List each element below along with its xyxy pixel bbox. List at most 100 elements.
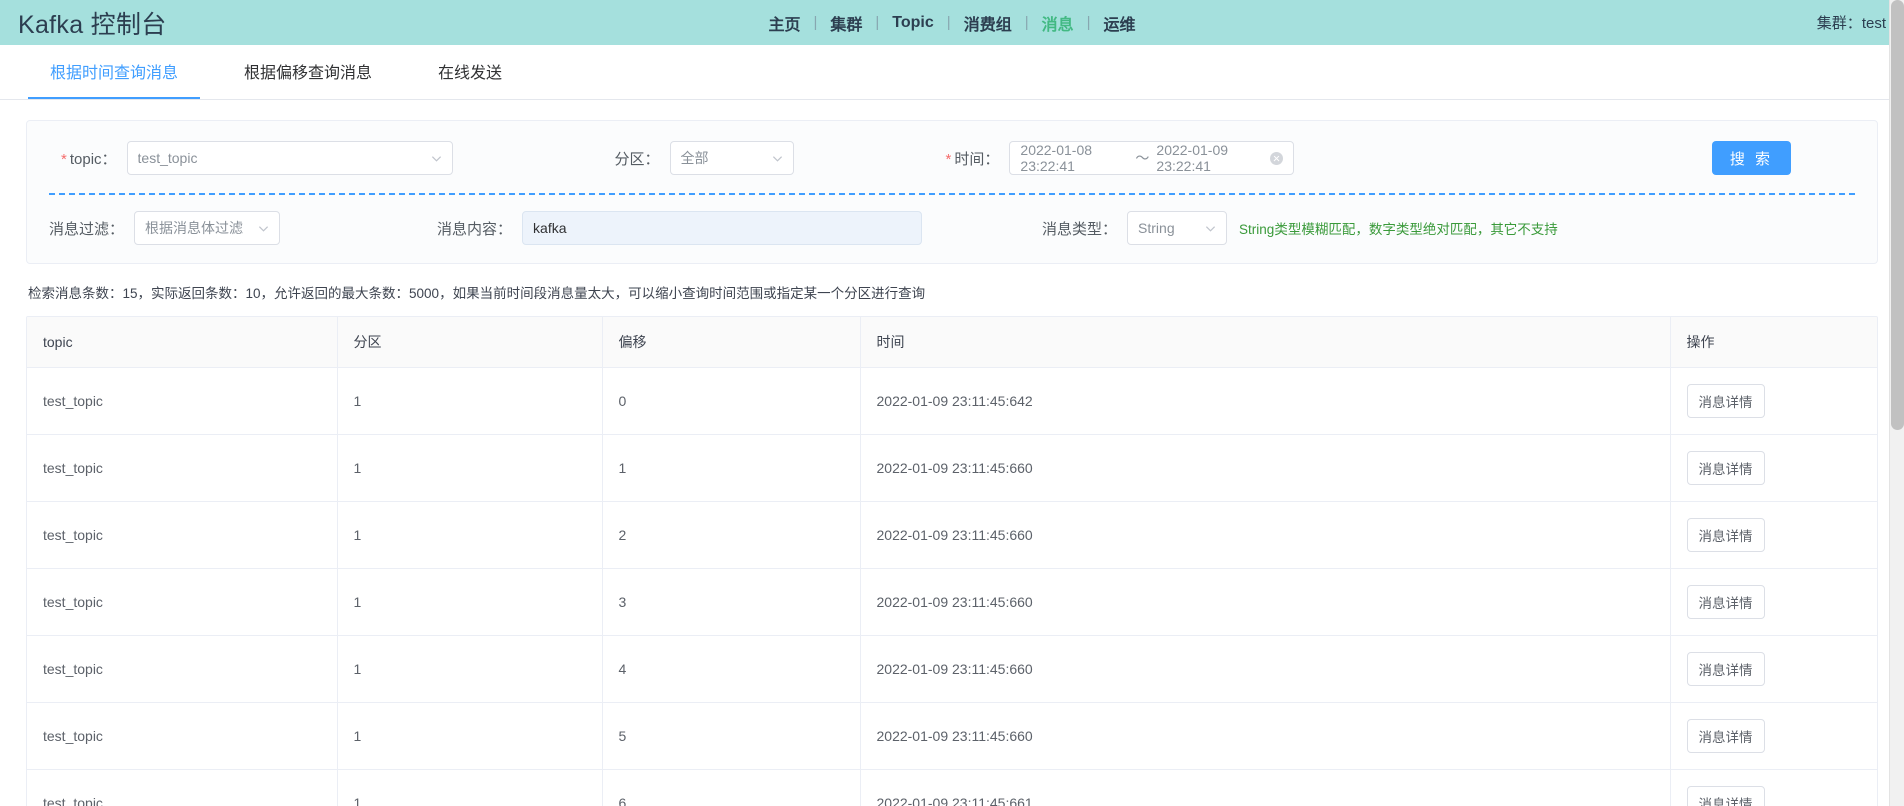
nav-separator: | xyxy=(875,14,879,31)
clear-circle-icon[interactable] xyxy=(1270,152,1283,165)
column-header-action: 操作 xyxy=(1670,317,1877,368)
form-divider xyxy=(49,193,1855,195)
cell-topic: test_topic xyxy=(27,368,337,435)
cell-offset: 2 xyxy=(602,502,860,569)
message-type-field: 消息类型： String String类型模糊匹配，数字类型绝对匹配，其它不支持 xyxy=(1042,211,1558,245)
partition-field: 分区： 全部 xyxy=(615,141,794,175)
message-detail-button[interactable]: 消息详情 xyxy=(1687,451,1765,485)
page-content: *topic： test_topic 分区： 全部 *时 xyxy=(0,100,1904,806)
table-row: test_topic132022-01-09 23:11:45:660消息详情 xyxy=(27,569,1877,636)
message-content-value: kafka xyxy=(533,220,911,236)
cell-time: 2022-01-09 23:11:45:660 xyxy=(860,636,1670,703)
time-range-start: 2022-01-08 23:22:41 xyxy=(1020,142,1128,174)
cell-action: 消息详情 xyxy=(1670,368,1877,435)
partition-select-value: 全部 xyxy=(681,148,764,168)
message-filter-label: 消息过滤： xyxy=(49,218,124,239)
cluster-value: test xyxy=(1862,15,1886,32)
nav-item-1[interactable]: 主页 xyxy=(755,11,813,35)
topic-required-mark: * xyxy=(61,151,67,168)
page-scrollbar-thumb[interactable] xyxy=(1891,0,1904,430)
cell-partition: 1 xyxy=(337,703,602,770)
chevron-down-icon xyxy=(258,223,269,234)
cell-topic: test_topic xyxy=(27,703,337,770)
nav-item-6[interactable]: 运维 xyxy=(1091,11,1149,35)
tab-online-send[interactable]: 在线发送 xyxy=(416,45,524,99)
nav-item-3[interactable]: Topic xyxy=(879,14,946,32)
cell-partition: 1 xyxy=(337,502,602,569)
message-detail-button[interactable]: 消息详情 xyxy=(1687,384,1765,418)
cell-partition: 1 xyxy=(337,435,602,502)
nav-item-4[interactable]: 消费组 xyxy=(951,11,1025,35)
table-row: test_topic162022-01-09 23:11:45:661 消息详情 xyxy=(27,770,1877,806)
search-form-row-primary: *topic： test_topic 分区： 全部 *时 xyxy=(43,139,1861,177)
cell-action: 消息详情 xyxy=(1670,636,1877,703)
topic-select[interactable]: test_topic xyxy=(127,141,453,175)
tab-query-by-time[interactable]: 根据时间查询消息 xyxy=(28,45,200,99)
nav-separator: | xyxy=(947,14,951,31)
message-filter-field: 消息过滤： 根据消息体过滤 xyxy=(49,211,280,245)
cell-offset: 1 xyxy=(602,435,860,502)
message-content-label: 消息内容： xyxy=(437,218,512,239)
message-detail-button[interactable]: 消息详情 xyxy=(1687,585,1765,619)
message-detail-button[interactable]: 消息详情 xyxy=(1687,652,1765,686)
message-filter-select[interactable]: 根据消息体过滤 xyxy=(134,211,280,245)
cell-topic: test_topic xyxy=(27,636,337,703)
message-type-label: 消息类型： xyxy=(1042,218,1117,239)
cell-action: 消息详情 xyxy=(1670,502,1877,569)
chevron-down-icon xyxy=(772,153,783,164)
message-filter-value: 根据消息体过滤 xyxy=(145,218,250,238)
cell-time: 2022-01-09 23:11:45:642 xyxy=(860,368,1670,435)
cluster-indicator: 集群：test xyxy=(1817,12,1886,33)
table-row: test_topic122022-01-09 23:11:45:660 消息详情 xyxy=(27,502,1877,569)
cell-action: 消息详情 xyxy=(1670,435,1877,502)
nav-separator: | xyxy=(813,14,817,31)
search-button[interactable]: 搜 索 xyxy=(1712,141,1791,175)
nav-item-2[interactable]: 集群 xyxy=(817,11,875,35)
main-nav-items: 主页|集群|Topic|消费组|消息|运维 xyxy=(755,11,1148,35)
search-filter-card: *topic： test_topic 分区： 全部 *时 xyxy=(26,120,1878,264)
nav-item-5[interactable]: 消息 xyxy=(1029,11,1087,35)
cell-offset: 6 xyxy=(602,770,860,806)
column-header-partition: 分区 xyxy=(337,317,602,368)
message-detail-button[interactable]: 消息详情 xyxy=(1687,786,1765,806)
cell-partition: 1 xyxy=(337,770,602,806)
cluster-label: 集群： xyxy=(1817,15,1862,32)
time-required-mark: * xyxy=(946,151,952,168)
query-mode-tabs: 根据时间查询消息 根据偏移查询消息 在线发送 xyxy=(0,45,1904,100)
message-detail-button[interactable]: 消息详情 xyxy=(1687,719,1765,753)
column-header-topic: topic xyxy=(27,317,337,368)
message-detail-button[interactable]: 消息详情 xyxy=(1687,518,1765,552)
topic-label: *topic： xyxy=(61,148,117,169)
table-header-row: topic 分区 偏移 时间 操作 xyxy=(27,317,1877,368)
message-type-hint: String类型模糊匹配，数字类型绝对匹配，其它不支持 xyxy=(1239,218,1558,238)
topic-label-text: topic： xyxy=(70,151,117,168)
cell-topic: test_topic xyxy=(27,569,337,636)
cell-topic: test_topic xyxy=(27,770,337,806)
cell-time: 2022-01-09 23:11:45:660 xyxy=(860,502,1670,569)
messages-table: topic 分区 偏移 时间 操作 test_topic102022-01-09… xyxy=(27,317,1877,806)
page-scrollbar[interactable] xyxy=(1889,0,1904,806)
time-range-picker[interactable]: 2022-01-08 23:22:41 ～ 2022-01-09 23:22:4… xyxy=(1009,141,1294,175)
time-range-separator: ～ xyxy=(1135,148,1149,168)
cell-offset: 0 xyxy=(602,368,860,435)
column-header-time: 时间 xyxy=(860,317,1670,368)
cell-topic: test_topic xyxy=(27,502,337,569)
topic-field: *topic： test_topic xyxy=(61,141,453,175)
cell-action: 消息详情 xyxy=(1670,770,1877,806)
cell-time: 2022-01-09 23:11:45:661 xyxy=(860,770,1670,806)
messages-table-body: test_topic102022-01-09 23:11:45:642消息详情t… xyxy=(27,368,1877,806)
topic-select-value: test_topic xyxy=(138,150,423,166)
chevron-down-icon xyxy=(431,153,442,164)
time-range-field: *时间： 2022-01-08 23:22:41 ～ 2022-01-09 23… xyxy=(946,141,1295,175)
messages-table-head: topic 分区 偏移 时间 操作 xyxy=(27,317,1877,368)
tab-query-by-offset[interactable]: 根据偏移查询消息 xyxy=(222,45,394,99)
cell-time: 2022-01-09 23:11:45:660 xyxy=(860,569,1670,636)
message-type-select[interactable]: String xyxy=(1127,211,1227,245)
partition-select[interactable]: 全部 xyxy=(670,141,794,175)
cell-time: 2022-01-09 23:11:45:660 xyxy=(860,703,1670,770)
message-content-field: 消息内容： kafka xyxy=(437,211,922,245)
message-content-input[interactable]: kafka xyxy=(522,211,922,245)
time-range-end: 2022-01-09 23:22:41 xyxy=(1156,142,1264,174)
main-nav: 主页|集群|Topic|消费组|消息|运维 xyxy=(0,0,1904,45)
cell-partition: 1 xyxy=(337,368,602,435)
